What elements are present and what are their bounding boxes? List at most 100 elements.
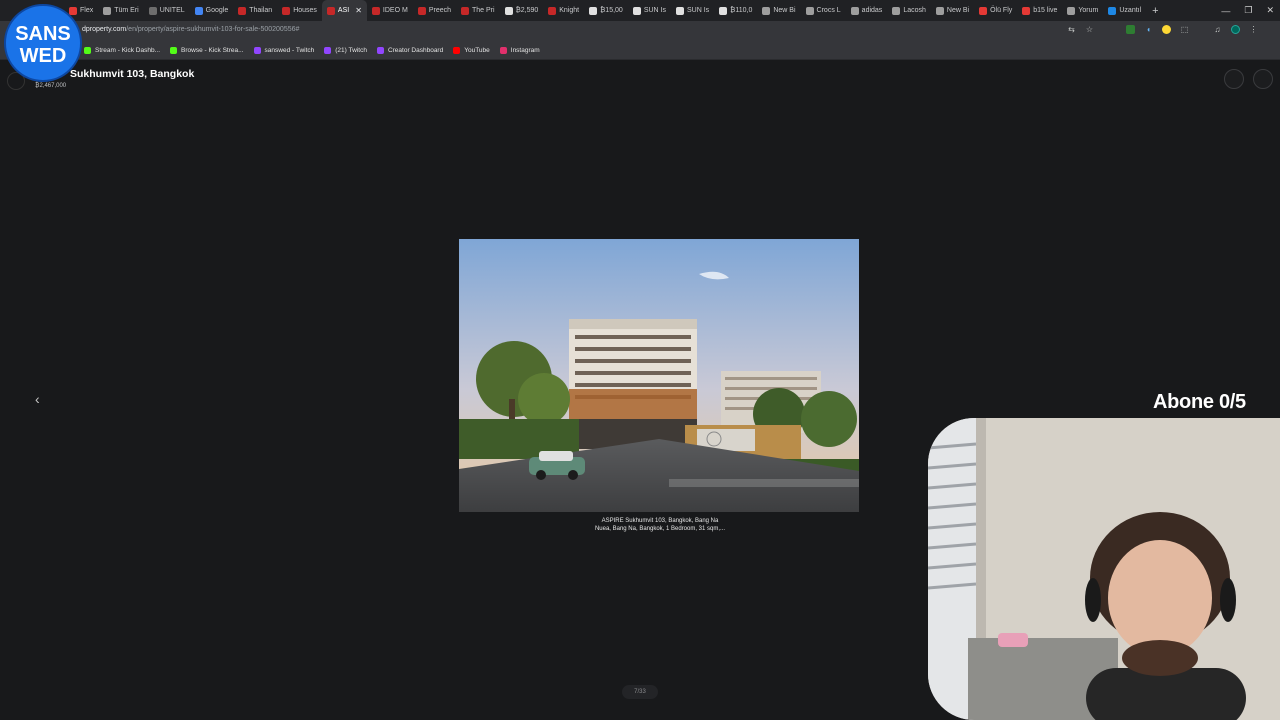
new-tab-icon[interactable]: + bbox=[1146, 5, 1164, 17]
profile-avatar-icon[interactable] bbox=[1231, 25, 1240, 34]
tab-favicon-icon bbox=[103, 6, 112, 15]
extensions-puzzle-icon[interactable]: ⬚ bbox=[1180, 25, 1189, 34]
share-button[interactable] bbox=[1224, 69, 1244, 89]
close-window-icon[interactable]: ✕ bbox=[1266, 5, 1274, 16]
extension-audio-icon[interactable]: ◖ bbox=[1144, 25, 1153, 34]
extension-yellow-icon[interactable] bbox=[1162, 25, 1171, 34]
property-photo bbox=[459, 239, 859, 512]
translate-icon[interactable]: ⇆ bbox=[1067, 25, 1076, 34]
browser-tab[interactable]: SUN Is bbox=[628, 0, 671, 21]
close-tab-icon[interactable]: ✕ bbox=[355, 6, 362, 15]
bookmark-item[interactable]: sanswed - Twitch bbox=[253, 47, 315, 54]
extension-green-icon[interactable] bbox=[1126, 25, 1135, 34]
bookmark-favicon-icon bbox=[453, 47, 461, 54]
browser-tab[interactable]: b15 live bbox=[1017, 0, 1062, 21]
tab-label: ₿2,590 bbox=[515, 7, 539, 14]
channel-logo: SANS WED bbox=[3, 3, 83, 83]
tab-favicon-icon bbox=[148, 6, 157, 15]
tab-favicon-icon bbox=[850, 6, 859, 15]
bookmark-item[interactable]: YouTube bbox=[453, 47, 490, 54]
toolbar-icons: ⇆ ☆ ◖ ⬚ ♫ ⋮ bbox=[1067, 25, 1258, 34]
tab-label: Crocs L bbox=[816, 7, 841, 14]
tab-favicon-icon bbox=[676, 6, 684, 15]
logo-text-bottom: WED bbox=[20, 45, 67, 67]
browser-tab[interactable]: ₿2,590 bbox=[500, 0, 544, 21]
tab-label: adidas bbox=[861, 7, 883, 14]
tab-favicon-icon bbox=[461, 6, 469, 15]
browser-tab[interactable]: IDEO M bbox=[367, 0, 413, 21]
browser-tab[interactable]: Crocs L bbox=[801, 0, 846, 21]
browser-tab[interactable]: Lacosh bbox=[887, 0, 931, 21]
menu-icon[interactable]: ⋮ bbox=[1249, 25, 1258, 34]
tab-favicon-icon bbox=[1067, 6, 1076, 15]
browser-tab[interactable]: ₿110,0 bbox=[714, 0, 757, 21]
bookmark-item[interactable]: Creator Dashboard bbox=[376, 47, 444, 54]
browser-tab[interactable]: UNITEL bbox=[144, 0, 190, 21]
webcam-feed bbox=[928, 418, 1280, 720]
browser-tab[interactable]: Ölü Fly bbox=[974, 0, 1017, 21]
tab-label: The Pri bbox=[472, 7, 495, 14]
tab-label: Thailan bbox=[249, 7, 273, 14]
tab-favicon-icon bbox=[589, 6, 598, 15]
bookmark-item[interactable]: Instagram bbox=[499, 47, 540, 54]
tab-label: SUN Is bbox=[687, 7, 710, 14]
property-title: Sukhumvit 103, Bangkok bbox=[70, 68, 195, 80]
bookmark-item[interactable]: Stream - Kick Dashb... bbox=[84, 47, 160, 54]
tab-favicon-icon bbox=[417, 6, 426, 15]
browser-tab[interactable]: Knight bbox=[543, 0, 584, 21]
browser-tab[interactable]: ASI ✕ bbox=[321, 0, 367, 21]
browser-tab-strip: Flex Tüm Eri UNITEL Google Thailan Houses ASI ✕… bbox=[0, 0, 1280, 21]
bookmarks-bar: Stream - Kick Dashb... Browse - Kick Stre… bbox=[0, 42, 1280, 60]
bookmark-item[interactable]: (21) Twitch bbox=[324, 47, 367, 54]
browser-tab[interactable]: Uzantıl bbox=[1103, 0, 1146, 21]
tab-label: b15 live bbox=[1033, 7, 1058, 14]
property-price: ₿2,467,000 bbox=[35, 83, 67, 89]
browser-tab[interactable]: Google bbox=[190, 0, 234, 21]
browser-tab[interactable]: New Bi bbox=[931, 0, 974, 21]
bookmark-favicon-icon bbox=[499, 47, 507, 54]
bookmark-favicon-icon bbox=[376, 47, 384, 54]
tab-favicon-icon bbox=[282, 6, 291, 15]
browser-tab[interactable]: Preech bbox=[413, 0, 456, 21]
bookmark-item[interactable]: Browse - Kick Strea... bbox=[170, 47, 244, 54]
bookmark-label: Stream - Kick Dashb... bbox=[95, 47, 161, 54]
browser-toolbar: dproperty.com/en/property/aspire-sukhumv… bbox=[0, 21, 1280, 42]
tab-label: SUN Is bbox=[643, 7, 666, 14]
tab-label: Google bbox=[205, 7, 229, 14]
tab-favicon-icon bbox=[238, 6, 247, 15]
media-icon[interactable]: ♫ bbox=[1213, 25, 1222, 34]
logo-text-top: SANS bbox=[15, 23, 71, 45]
tab-favicon-icon bbox=[1108, 6, 1117, 15]
tab-label: Yorum bbox=[1078, 7, 1099, 14]
tab-label: Knight bbox=[559, 7, 580, 14]
tab-label: Preech bbox=[428, 7, 451, 14]
browser-tab[interactable]: Tüm Eri bbox=[98, 0, 144, 21]
previous-photo-arrow[interactable]: ‹ bbox=[35, 391, 40, 407]
tab-label: Houses bbox=[293, 7, 317, 14]
tab-favicon-icon bbox=[371, 6, 380, 15]
close-gallery-button[interactable] bbox=[1253, 69, 1273, 89]
bookmark-star-icon[interactable]: ☆ bbox=[1085, 25, 1094, 34]
browser-tab[interactable]: New Bi bbox=[757, 0, 800, 21]
bookmark-label: Creator Dashboard bbox=[387, 47, 444, 54]
browser-tab[interactable]: SUN Is bbox=[671, 0, 714, 21]
browser-tab[interactable]: Thailan bbox=[233, 0, 277, 21]
browser-tab[interactable]: ₿15,00 bbox=[584, 0, 628, 21]
tab-label: IDEO M bbox=[382, 7, 408, 14]
browser-tab[interactable]: adidas bbox=[846, 0, 888, 21]
bookmark-label: sanswed - Twitch bbox=[264, 47, 315, 54]
browser-tab[interactable]: The Pri bbox=[456, 0, 500, 21]
address-bar[interactable]: dproperty.com/en/property/aspire-sukhumv… bbox=[82, 26, 299, 33]
browser-tab[interactable]: Yorum bbox=[1062, 0, 1103, 21]
restore-icon[interactable]: ❐ bbox=[1244, 5, 1252, 16]
subscriber-goal: Abone 0/5 bbox=[1153, 391, 1246, 413]
minimize-icon[interactable]: — bbox=[1221, 6, 1230, 16]
tab-label: ASI bbox=[337, 7, 350, 14]
tab-favicon-icon bbox=[504, 6, 513, 15]
bookmark-label: (21) Twitch bbox=[335, 47, 367, 54]
tab-favicon-icon bbox=[805, 6, 814, 15]
bookmark-favicon-icon bbox=[84, 47, 91, 54]
tab-favicon-icon bbox=[548, 6, 557, 15]
browser-tab[interactable]: Houses bbox=[277, 0, 322, 21]
tab-favicon-icon bbox=[632, 6, 641, 15]
